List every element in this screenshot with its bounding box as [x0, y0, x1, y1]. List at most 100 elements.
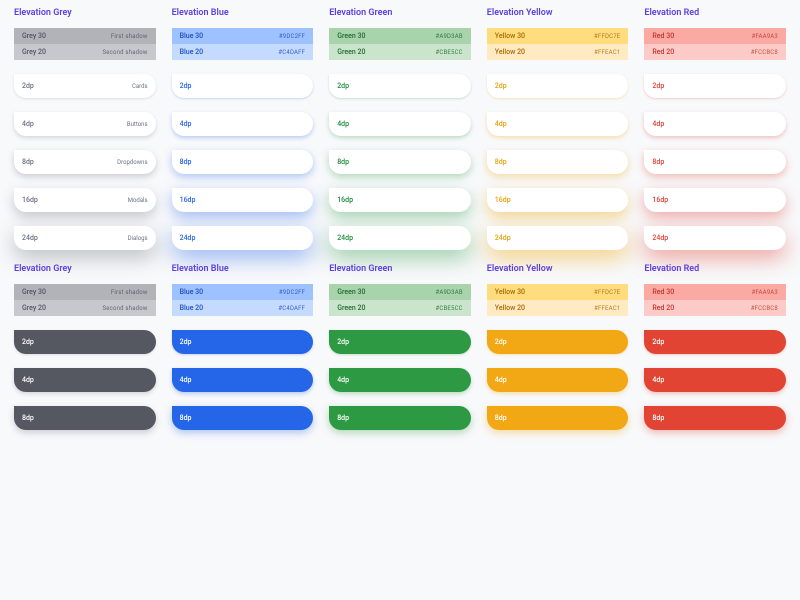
swatch-name: Green 20 [337, 304, 365, 312]
dp-label: 2dp [180, 82, 192, 90]
elevation-card-2dp: 2dp [329, 330, 471, 354]
swatch-meta: #FAA9A3 [752, 33, 778, 40]
column-title: Elevation Yellow [487, 264, 629, 274]
dp-label: 2dp [652, 338, 664, 346]
swatch-meta: #FFDC7E [594, 289, 620, 296]
elevation-card-4dp: 4dp [487, 368, 629, 392]
swatch: Green 20 #CBE5CC [329, 300, 471, 316]
swatch-meta: #CBE5CC [435, 49, 462, 56]
elevation-card-2dp: 2dp [487, 74, 629, 98]
swatch-pair: Blue 30#9DC2FFBlue 20#C4DAFF [172, 28, 314, 60]
elevation-card-16dp: 16dp [172, 188, 314, 212]
elevation-card-16dp: 16dp [487, 188, 629, 212]
swatch-name: Red 30 [652, 288, 674, 296]
elevation-card-4dp: 4dp [14, 368, 156, 392]
swatch-meta: First shadow [111, 33, 148, 40]
dp-label: 4dp [180, 376, 192, 384]
swatch-pair: Green 30#A9D3AB Green 20 #CBE5CC [329, 284, 471, 316]
dp-label: 8dp [652, 158, 664, 166]
elevation-filled-section: Elevation GreyGrey 30First shadowGrey 20… [14, 264, 786, 430]
elevation-card-4dp: 4dpButtons [14, 112, 156, 136]
swatch: Blue 20 #C4DAFF [172, 44, 314, 60]
dp-label: 24dp [495, 234, 511, 242]
dp-label: 2dp [22, 338, 34, 346]
dp-label: 4dp [652, 376, 664, 384]
swatch-meta: #FFEAC1 [594, 305, 620, 312]
swatch-name: Yellow 30 [495, 32, 525, 40]
elevation-card-24dp: 24dp [329, 226, 471, 250]
swatch: Red 30#FAA9A3 [644, 28, 786, 44]
swatch: Blue 30#9DC2FF [172, 284, 314, 300]
elevation-card-16dp: 16dp [644, 188, 786, 212]
elevation-card-4dp: 4dp [644, 112, 786, 136]
swatch-name: Red 20 [652, 48, 674, 56]
swatch-name: Green 30 [337, 32, 365, 40]
swatch-name: Grey 20 [22, 304, 46, 312]
swatch-pair: Blue 30#9DC2FF Blue 20 #C4DAFF [172, 284, 314, 316]
swatch-meta: First shadow [111, 289, 148, 296]
swatch-pair: Red 30#FAA9A3Red 20#FCCBC8 [644, 28, 786, 60]
dp-label: 16dp [337, 196, 353, 204]
swatch-name: Green 20 [337, 48, 365, 56]
swatch: Yellow 30 #FFDC7E [487, 28, 629, 44]
usage-label: Cards [132, 83, 148, 90]
swatch-pair: Grey 30First shadowGrey 20Second shadow [14, 284, 156, 316]
swatch-meta: #FCCBC8 [751, 305, 778, 312]
swatch-meta: #9DC2FF [279, 33, 305, 40]
swatch: Green 30#A9D3AB [329, 284, 471, 300]
elevation-card-2dp: 2dp [644, 330, 786, 354]
swatch: Green 30 #A9D3AB [329, 28, 471, 44]
elevation-card-4dp: 4dp [329, 112, 471, 136]
column-grey: Elevation GreyGrey 30First shadowGrey 20… [14, 8, 156, 250]
swatch-meta: #CBE5CC [435, 305, 462, 312]
dp-label: 16dp [180, 196, 196, 204]
column-title: Elevation Blue [172, 264, 314, 274]
swatch-name: Blue 20 [180, 48, 204, 56]
dp-label: 2dp [495, 338, 507, 346]
elevation-card-2dp: 2dp [644, 74, 786, 98]
dp-label: 16dp [652, 196, 668, 204]
column-blue: Elevation Blue Blue 30#9DC2FF Blue 20 #C4DA… [172, 264, 314, 430]
dp-label: 24dp [22, 234, 38, 242]
dp-label: 16dp [22, 196, 38, 204]
dp-label: 4dp [337, 120, 349, 128]
dp-label: 2dp [495, 82, 507, 90]
column-yellow: Elevation YellowYellow 30#FFDC7EYellow 2… [487, 8, 629, 250]
dp-label: 2dp [337, 82, 349, 90]
column-red: Elevation RedRed 30#FAA9A3Red 20#FCCBC82… [644, 8, 786, 250]
elevation-card-24dp: 24dpDialogs [14, 226, 156, 250]
swatch-name: Yellow 20 [495, 48, 525, 56]
swatch-name: Yellow 20 [495, 304, 525, 312]
swatch-meta: #A9D3AB [435, 289, 462, 296]
swatch: Grey 20Second shadow [14, 300, 156, 316]
swatch-meta: #C4DAFF [278, 49, 305, 56]
elevation-card-4dp: 4dp [644, 368, 786, 392]
dp-label: 4dp [337, 376, 349, 384]
elevation-card-8dp: 8dp [172, 150, 314, 174]
swatch-meta: #FFDC7E [594, 33, 620, 40]
elevation-card-8dp: 8dp [329, 150, 471, 174]
swatch-meta: #C4DAFF [278, 305, 305, 312]
dp-label: 16dp [495, 196, 511, 204]
elevation-card-16dp: 16dp [329, 188, 471, 212]
elevation-card-4dp: 4dp [487, 112, 629, 136]
dp-label: 4dp [180, 120, 192, 128]
dp-label: 4dp [22, 120, 34, 128]
elevation-card-2dp: 2dp [487, 330, 629, 354]
swatch: Red 30#FAA9A3 [644, 284, 786, 300]
elevation-card-8dp: 8dp [487, 406, 629, 430]
dp-label: 24dp [652, 234, 668, 242]
swatch-meta: #A9D3AB [435, 33, 462, 40]
elevation-card-24dp: 24dp [644, 226, 786, 250]
elevation-card-4dp: 4dp [172, 112, 314, 136]
swatch: Yellow 20#FFEAC1 [487, 44, 629, 60]
column-title: Elevation Blue [172, 8, 314, 18]
swatch-pair: Red 30#FAA9A3Red 20#FCCBC8 [644, 284, 786, 316]
elevation-card-2dp: 2dp [14, 330, 156, 354]
dp-label: 8dp [652, 414, 664, 422]
elevation-card-8dp: 8dp [644, 150, 786, 174]
column-red: Elevation RedRed 30#FAA9A3Red 20#FCCBC82… [644, 264, 786, 430]
usage-label: Dropdowns [117, 159, 147, 166]
elevation-card-8dp: 8dp [14, 406, 156, 430]
swatch-name: Blue 20 [180, 304, 204, 312]
